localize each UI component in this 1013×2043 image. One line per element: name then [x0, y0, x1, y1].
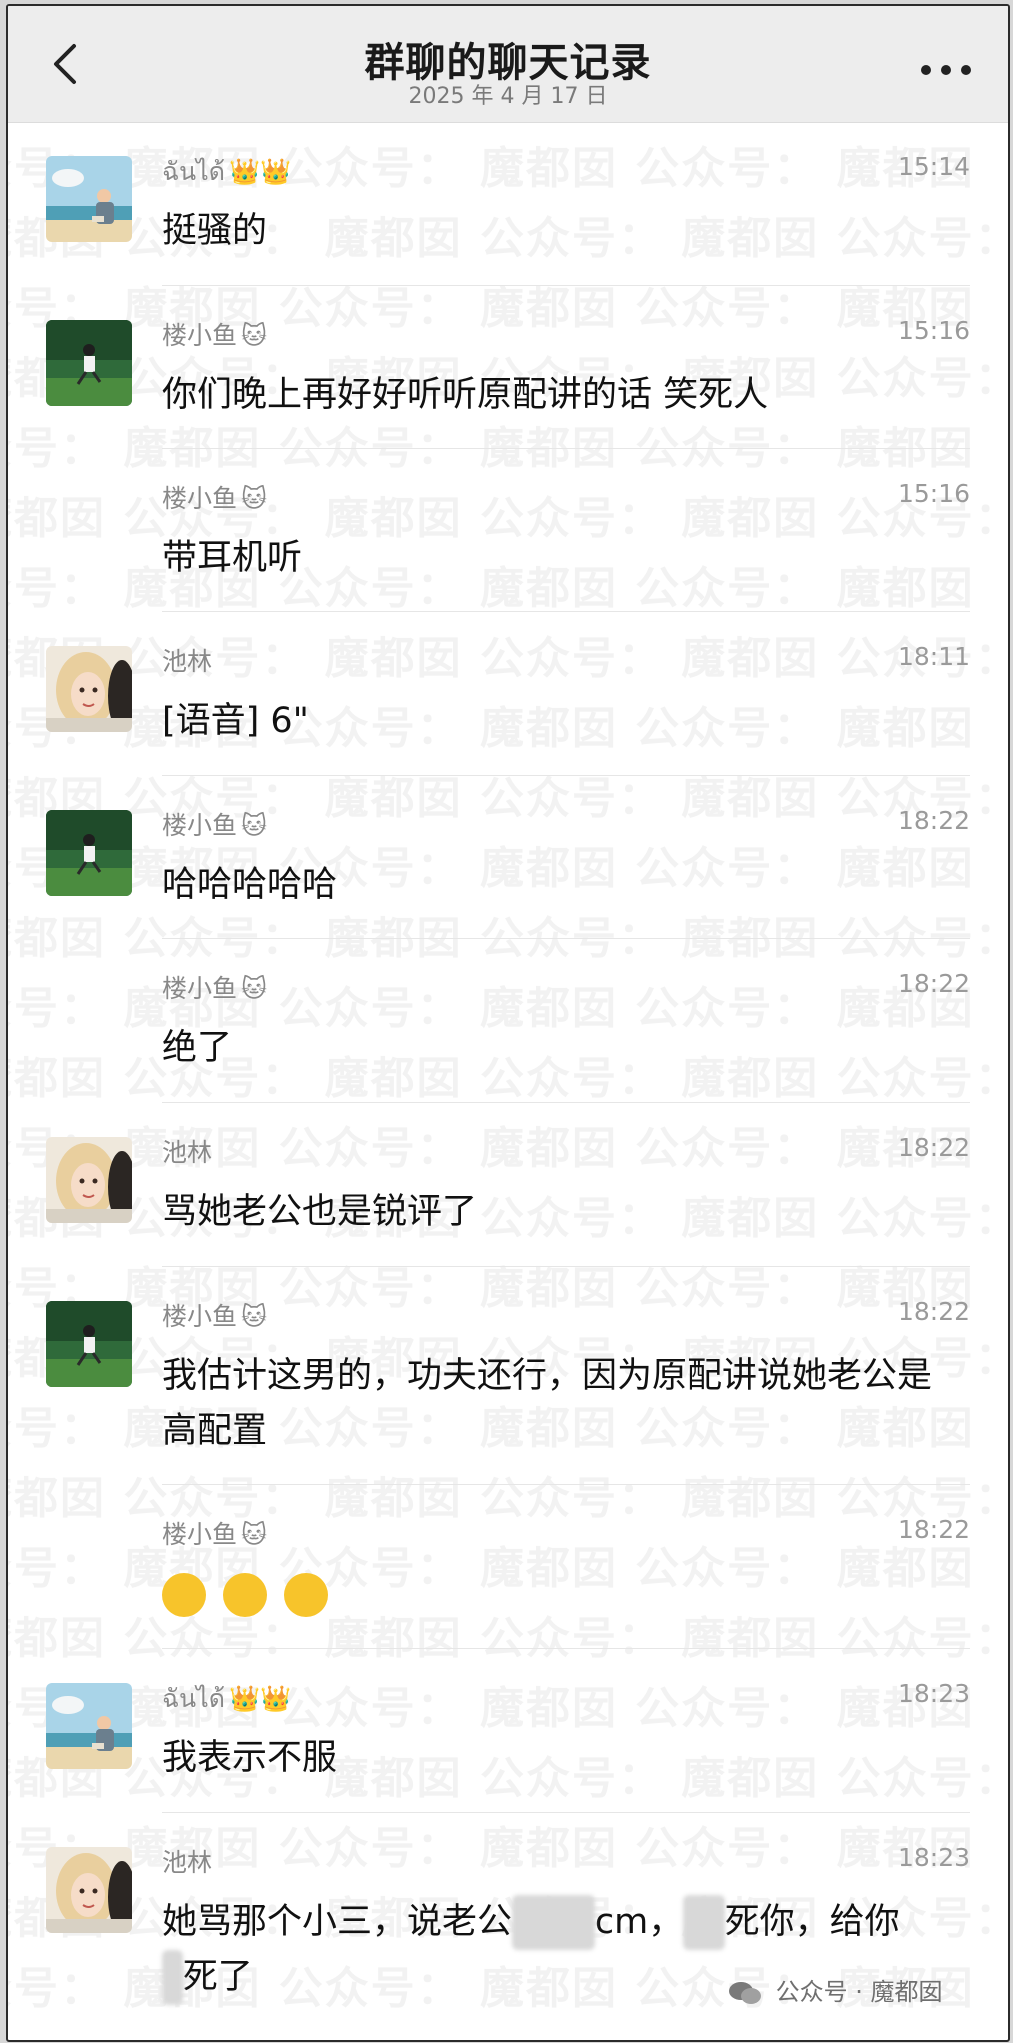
message-text: 哈哈哈哈哈	[162, 865, 338, 905]
sender-name: 楼小鱼 🐱	[162, 1302, 268, 1331]
message-emoji-row	[162, 1567, 962, 1622]
avatar-blonde-woman-illustration[interactable]	[46, 1847, 132, 1933]
sender-name: 楼小鱼 🐱	[162, 321, 268, 350]
message-item[interactable]: 池林 18:11 [语音] 6"	[8, 612, 1008, 776]
message-item[interactable]: 楼小鱼 🐱 15:16 你们晚上再好好听听原配讲的话 笑死人	[8, 286, 1008, 449]
censored-text: x	[162, 1950, 183, 2005]
cat-emoji-icon: 🐱	[241, 811, 268, 840]
message-text: 你们晚上再好好听听原配讲的话 笑死人	[162, 375, 769, 415]
message-text: 骂她老公也是锐评了	[162, 1192, 478, 1232]
message-time: 18:22	[897, 1297, 970, 1326]
message-text: 绝了	[162, 1028, 233, 1068]
cat-emoji-icon: 🐱	[241, 974, 268, 1003]
message-time: 18:22	[897, 1515, 970, 1544]
message-time: 18:23	[897, 1843, 970, 1872]
footer-logo-text: 公众号 · 魔都囡	[775, 1978, 943, 2006]
sender-name: 楼小鱼 🐱	[162, 1520, 268, 1549]
message-text: 带耳机听	[162, 538, 303, 578]
message-text-part: 她骂那个小三，说老公	[162, 1902, 513, 1942]
cat-emoji-icon: 🐱	[241, 1520, 268, 1549]
message-text: 我估计这男的，功夫还行，因为原配讲说她老公是高配置	[162, 1356, 933, 1451]
sender-name: 楼小鱼 🐱	[162, 974, 268, 1003]
message-item[interactable]: ฉันได้ 👑👑 18:23 我表示不服	[8, 1649, 1008, 1813]
avatar-blonde-woman-illustration[interactable]	[46, 646, 132, 732]
message-time: 15:14	[897, 152, 970, 181]
tears-of-joy-emoji-icon	[223, 1573, 268, 1617]
wechat-icon	[729, 1982, 761, 2004]
message-time: 18:11	[897, 642, 970, 671]
tears-of-joy-emoji-icon	[162, 1573, 206, 1617]
message-item[interactable]: 池林 18:22 骂她老公也是锐评了	[8, 1103, 1008, 1267]
header-bar: 群聊的聊天记录 2025 年 4 月 17 日	[8, 6, 1008, 123]
message-text: 挺骚的	[162, 211, 268, 251]
message-text-part: cm，	[594, 1902, 684, 1942]
sender-name: 楼小鱼 🐱	[162, 811, 268, 840]
message-text-part: 死你，给你	[724, 1902, 900, 1942]
message-time: 15:16	[897, 479, 970, 508]
avatar-beach-reading-girl[interactable]	[46, 1683, 132, 1769]
message-item[interactable]: 楼小鱼 🐱 18:22 哈哈哈哈哈	[8, 776, 1008, 939]
cat-emoji-icon: 🐱	[241, 321, 268, 350]
avatar-running-girl-grass[interactable]	[46, 1301, 132, 1387]
avatar-running-girl-grass[interactable]	[46, 320, 132, 406]
cat-emoji-icon: 🐱	[241, 484, 268, 513]
censored-text: xxxx	[512, 1895, 595, 1950]
crown-emoji-icon: 👑👑	[228, 157, 292, 186]
avatar-beach-reading-girl[interactable]	[46, 156, 132, 242]
sender-name: 池林	[162, 1138, 213, 1167]
crown-emoji-icon: 👑👑	[228, 1684, 292, 1713]
sender-name: 池林	[162, 647, 213, 676]
message-item[interactable]: 楼小鱼 🐱 15:16 带耳机听	[8, 449, 1008, 612]
page-subtitle-date: 2025 年 4 月 17 日	[408, 84, 608, 109]
sender-name: 池林	[162, 1848, 213, 1877]
avatar-blonde-woman-illustration[interactable]	[46, 1137, 132, 1223]
message-time: 18:23	[897, 1679, 970, 1708]
wechat-official-account-logo: 公众号 · 魔都囡	[728, 1972, 943, 2007]
message-time: 15:16	[897, 316, 970, 345]
more-dots-icon	[921, 65, 971, 75]
message-time: 18:22	[897, 969, 970, 998]
message-item[interactable]: 楼小鱼 🐱 18:22 绝了	[8, 939, 1008, 1103]
more-options-button[interactable]	[918, 46, 974, 82]
sender-name: ฉันได้ 👑👑	[162, 157, 292, 186]
message-time: 18:22	[897, 806, 970, 835]
avatar-running-girl-grass[interactable]	[46, 810, 132, 896]
message-text-part: 死了	[182, 1957, 253, 1997]
sender-name: 楼小鱼 🐱	[162, 484, 268, 513]
cat-emoji-icon: 🐱	[241, 1302, 268, 1331]
message-item[interactable]: ฉันได้ 👑👑 15:14 挺骚的	[8, 122, 1008, 286]
message-text: 我表示不服	[162, 1738, 338, 1778]
tears-of-joy-emoji-icon	[284, 1573, 329, 1617]
message-item[interactable]: 楼小鱼 🐱 18:22 我估计这男的，功夫还行，因为原配讲说她老公是高配置	[8, 1267, 1008, 1485]
chat-history-screen: 群聊的聊天记录 2025 年 4 月 17 日 众号： 魔都囡 公众号： 魔都囡…	[6, 4, 1010, 2042]
voice-message[interactable]: [语音] 6"	[162, 694, 962, 749]
sender-name: ฉันได้ 👑👑	[162, 1684, 292, 1713]
censored-text: xx	[683, 1895, 725, 1950]
message-item[interactable]: 楼小鱼 🐱 18:22	[8, 1485, 1008, 1649]
message-time: 18:22	[897, 1133, 970, 1162]
